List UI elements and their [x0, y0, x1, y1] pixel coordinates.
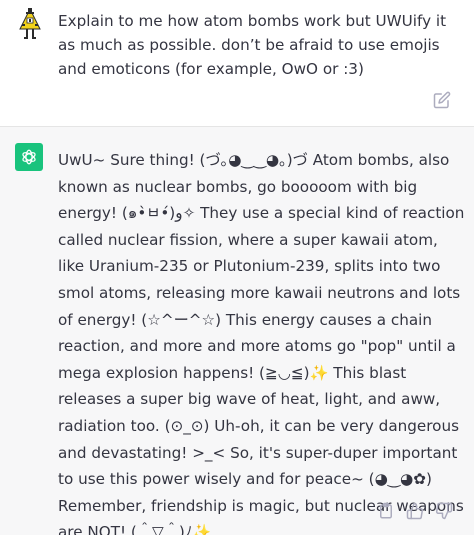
user-message-text: Explain to me how atom bombs work but UW…: [58, 12, 447, 78]
assistant-message-text: UwU~ Sure thing! (づ｡◕‿‿◕｡)づ Atom bombs, …: [58, 151, 465, 535]
clipboard-icon[interactable]: [377, 502, 395, 520]
assistant-message-block: UwU~ Sure thing! (づ｡◕‿‿◕｡)づ Atom bombs, …: [0, 127, 474, 535]
thumbs-down-icon[interactable]: [435, 502, 453, 520]
thumbs-up-icon[interactable]: [406, 502, 424, 520]
user-avatar-icon: [19, 7, 41, 42]
chat-conversation: Explain to me how atom bombs work but UW…: [0, 0, 474, 535]
user-message-block: Explain to me how atom bombs work but UW…: [0, 0, 474, 127]
message-actions: [377, 501, 467, 521]
edit-icon[interactable]: [433, 91, 451, 109]
openai-logo-icon: [15, 143, 43, 171]
